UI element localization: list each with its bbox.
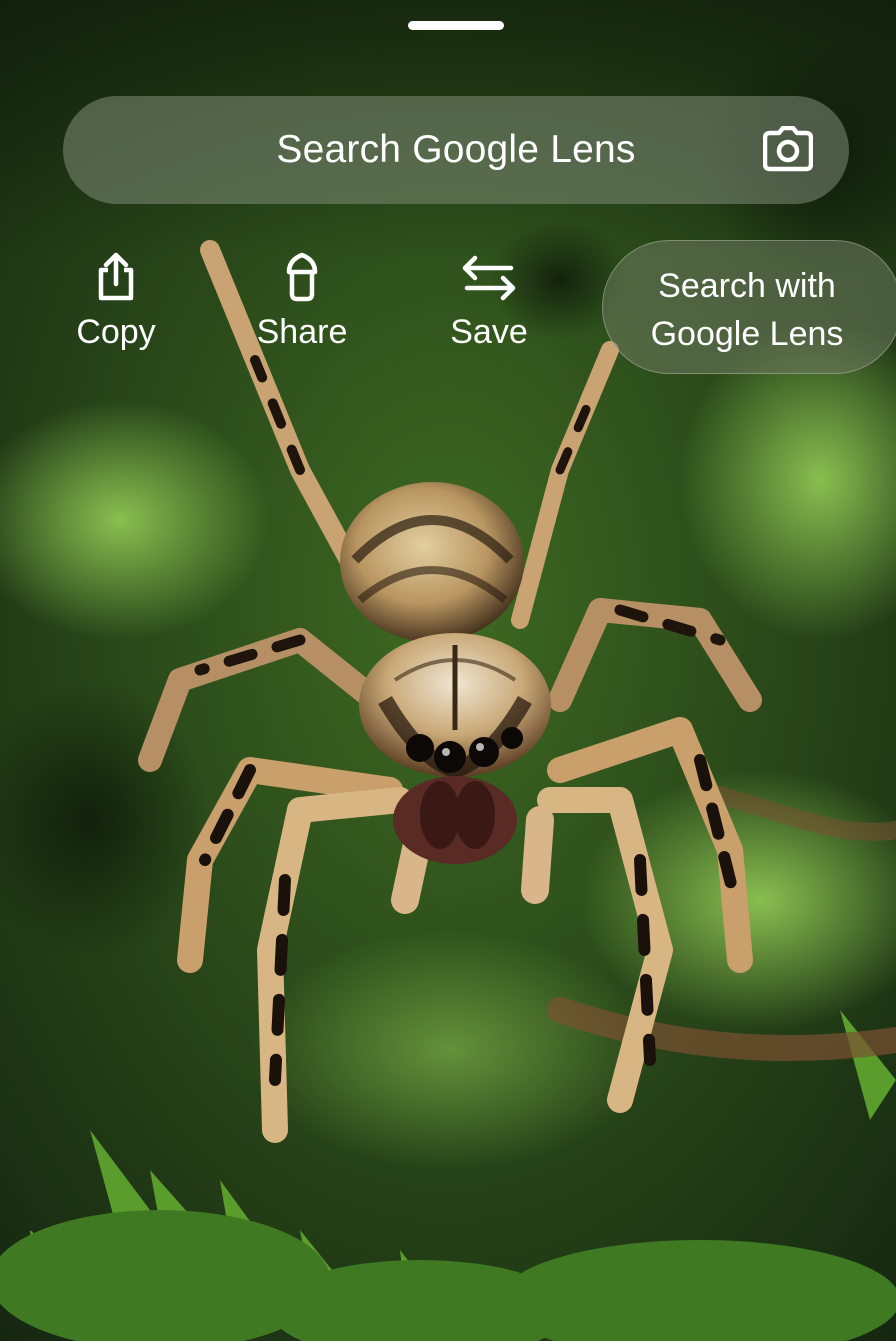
share-label: Share <box>256 313 348 351</box>
search-google-lens-bar[interactable]: Search Google Lens <box>63 96 849 204</box>
share-button[interactable]: Share <box>227 252 377 362</box>
upload-share-icon <box>286 252 318 302</box>
upload-share-icon <box>98 252 134 301</box>
copy-button[interactable]: Copy <box>41 252 191 362</box>
search-with-google-lens-button[interactable]: Search with Google Lens <box>602 240 896 374</box>
save-button[interactable]: Save <box>414 252 564 362</box>
lens-button-line1: Search with <box>658 267 836 305</box>
swap-arrows-icon <box>462 255 516 301</box>
search-bar-label: Search Google Lens <box>276 128 636 171</box>
camera-icon[interactable] <box>763 126 813 172</box>
copy-label: Copy <box>76 313 156 351</box>
save-label: Save <box>450 313 528 351</box>
drag-handle[interactable] <box>408 21 504 30</box>
lens-screen: Search Google Lens Copy Share Save Searc… <box>0 0 896 1341</box>
lens-button-line2: Google Lens <box>650 315 844 353</box>
